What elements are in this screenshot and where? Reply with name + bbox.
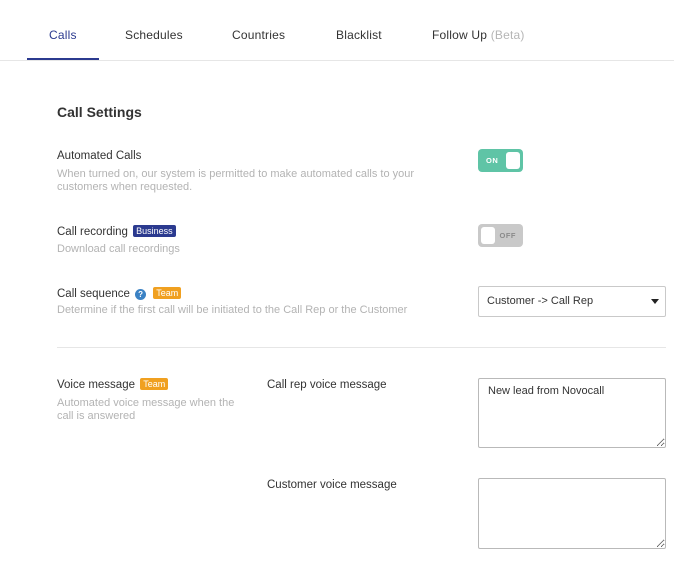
help-icon[interactable]: ? (135, 289, 147, 300)
call-sequence-selected-value: Customer -> Call Rep (487, 295, 594, 307)
voice-message-description-line2: call is answered (57, 410, 136, 422)
toggle-knob (481, 227, 495, 244)
call-recording-label-text: Call recording (57, 226, 128, 238)
voice-message-description-line1: Automated voice message when the (57, 397, 235, 409)
call-rep-voice-message-input[interactable]: New lead from Novocall (478, 378, 666, 448)
settings-card: Calls Schedules Countries Blacklist Foll… (0, 0, 674, 567)
tab-follow-up[interactable]: Follow Up (Beta) (432, 28, 525, 42)
customer-voice-message-label: Customer voice message (267, 479, 397, 491)
automated-calls-description-line2: customers when requested. (57, 181, 193, 193)
call-sequence-label: Call sequence ? Team (57, 287, 182, 300)
call-sequence-description: Determine if the first call will be init… (57, 304, 408, 316)
tab-countries[interactable]: Countries (232, 28, 285, 42)
automated-calls-label: Automated Calls (57, 150, 142, 162)
toggle-off-text: OFF (499, 231, 516, 240)
automated-calls-description-line1: When turned on, our system is permitted … (57, 168, 415, 180)
toggle-knob (506, 152, 520, 169)
chevron-down-icon (651, 299, 659, 304)
call-recording-label: Call recording Business (57, 225, 176, 238)
call-sequence-select[interactable]: Customer -> Call Rep (478, 286, 666, 317)
voice-message-label-text: Voice message (57, 379, 135, 391)
customer-voice-message-input[interactable] (478, 478, 666, 549)
tab-follow-up-label: Follow Up (432, 28, 488, 42)
automated-calls-description: When turned on, our system is permitted … (57, 168, 414, 194)
call-recording-toggle[interactable]: OFF (478, 224, 523, 247)
divider (57, 347, 666, 348)
automated-calls-toggle[interactable]: ON (478, 149, 523, 172)
tab-calls[interactable]: Calls (49, 28, 77, 42)
team-badge: Team (140, 378, 169, 390)
call-recording-description: Download call recordings (57, 243, 180, 255)
business-badge: Business (133, 225, 176, 237)
call-rep-voice-message-label: Call rep voice message (267, 379, 387, 391)
voice-message-description: Automated voice message when the call is… (57, 397, 234, 423)
tab-bar: Calls Schedules Countries Blacklist Foll… (0, 0, 674, 61)
voice-message-label: Voice message Team (57, 378, 169, 391)
toggle-on-text: ON (486, 156, 499, 165)
section-title: Call Settings (57, 104, 142, 120)
team-badge: Team (153, 287, 182, 299)
tab-schedules[interactable]: Schedules (125, 28, 183, 42)
beta-tag: (Beta) (490, 28, 525, 42)
tab-blacklist[interactable]: Blacklist (336, 28, 382, 42)
active-tab-indicator (27, 58, 99, 60)
call-sequence-label-text: Call sequence (57, 288, 130, 300)
